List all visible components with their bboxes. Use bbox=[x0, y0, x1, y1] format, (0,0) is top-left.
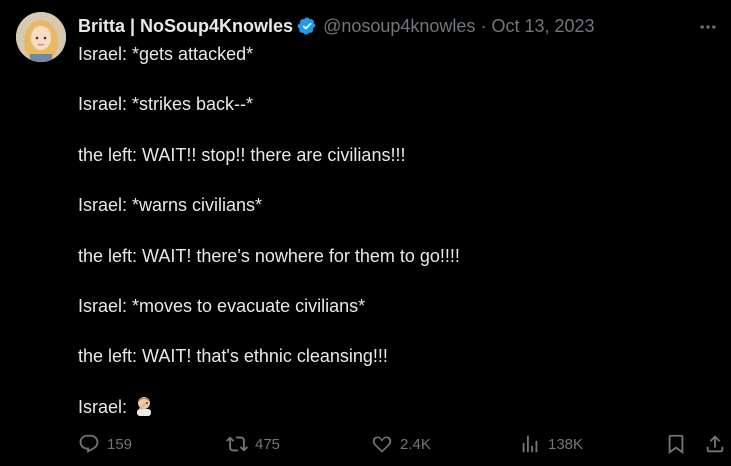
handle[interactable]: @nosoup4knowles bbox=[323, 14, 475, 38]
tweet-line: Israel: *gets attacked* bbox=[78, 44, 254, 64]
tweet-text: Israel: *gets attacked* Israel: *strikes… bbox=[78, 41, 718, 444]
views-count: 138K bbox=[548, 435, 584, 453]
verified-badge-icon[interactable] bbox=[297, 16, 317, 36]
reply-button[interactable]: 159 bbox=[78, 430, 132, 458]
man-facepalming-emoji bbox=[133, 394, 155, 416]
repost-icon bbox=[226, 436, 248, 452]
separator-dot: · bbox=[480, 16, 487, 36]
timestamp[interactable]: Oct 13, 2023 bbox=[491, 14, 594, 38]
tweet-header: Britta | NoSoup4Knowles @nosoup4knowles … bbox=[78, 14, 681, 38]
tweet-line: Israel: *moves to evacuate civilians* bbox=[78, 295, 366, 316]
bookmark-icon bbox=[668, 434, 684, 455]
repost-count: 475 bbox=[255, 435, 281, 453]
tweet-line: the left: WAIT!! stop!! there are civili… bbox=[78, 144, 406, 165]
share-button[interactable] bbox=[704, 430, 726, 458]
reply-icon bbox=[79, 434, 99, 453]
action-bar: 159 475 2.4K 138K bbox=[78, 430, 728, 458]
repost-button[interactable]: 475 bbox=[226, 430, 280, 458]
views-icon bbox=[522, 435, 538, 453]
tweet: Britta | NoSoup4Knowles @nosoup4knowles … bbox=[0, 0, 731, 466]
share-icon bbox=[706, 435, 724, 453]
tweet-line: the left: WAIT! that's ethnic cleansing!… bbox=[78, 346, 388, 367]
bookmark-button[interactable] bbox=[665, 430, 687, 458]
avatar[interactable] bbox=[16, 12, 66, 62]
like-count: 2.4K bbox=[400, 435, 431, 453]
tweet-line: Israel: *strikes back--* bbox=[78, 94, 254, 115]
tweet-line: Israel: bbox=[78, 396, 128, 417]
tweet-line: the left: WAIT! there's nowhere for them… bbox=[78, 245, 460, 266]
views-button[interactable]: 138K bbox=[519, 430, 583, 458]
like-icon bbox=[372, 436, 392, 453]
tweet-line: Israel: *warns civilians* bbox=[78, 195, 263, 216]
reply-count: 159 bbox=[107, 435, 133, 453]
like-button[interactable]: 2.4K bbox=[371, 430, 431, 458]
more-icon[interactable] bbox=[695, 14, 721, 40]
display-name[interactable]: Britta | NoSoup4Knowles bbox=[78, 14, 293, 38]
